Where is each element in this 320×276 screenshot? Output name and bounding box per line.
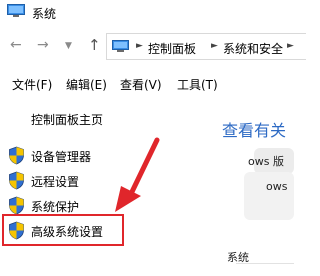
back-arrow-icon[interactable]: ← xyxy=(10,37,22,53)
menu-view[interactable]: 查看(V) xyxy=(120,76,162,93)
forward-arrow-icon[interactable]: → xyxy=(37,37,49,53)
windows-edition-fragment: ows 版 xyxy=(248,155,284,168)
breadcrumb-chevron-icon[interactable]: ► xyxy=(136,41,143,51)
red-arrow-annotation xyxy=(115,137,160,212)
uac-shield-icon xyxy=(9,171,24,190)
windows-fragment: ows xyxy=(266,180,288,193)
highlight-annotation-box xyxy=(2,214,124,246)
uac-shield-icon xyxy=(9,196,24,215)
remote-settings-link[interactable]: 远程设置 xyxy=(31,173,79,190)
right-pane-title: 查看有关 xyxy=(222,121,287,140)
menu-tools[interactable]: 工具(T) xyxy=(177,76,218,93)
control-panel-home-link[interactable]: 控制面板主页 xyxy=(31,111,103,128)
device-manager-link[interactable]: 设备管理器 xyxy=(31,148,91,165)
breadcrumb-chevron-icon[interactable]: ► xyxy=(287,41,294,51)
breadcrumb-system-security[interactable]: 系统和安全 xyxy=(223,40,283,57)
menu-file[interactable]: 文件(F) xyxy=(12,76,52,93)
window-title: 系统 xyxy=(32,7,57,21)
up-arrow-icon[interactable]: ↑ xyxy=(88,36,101,54)
breadcrumb-control-panel[interactable]: 控制面板 xyxy=(148,40,196,57)
control-panel-icon xyxy=(112,40,129,52)
menu-edit[interactable]: 编辑(E) xyxy=(66,76,107,93)
system-monitor-icon xyxy=(7,4,25,17)
system-protection-link[interactable]: 系统保护 xyxy=(31,198,79,215)
breadcrumb-chevron-icon[interactable]: ► xyxy=(211,41,218,51)
section-divider xyxy=(236,263,294,264)
uac-shield-icon xyxy=(9,146,24,165)
recent-pages-dropdown-icon[interactable]: ▼ xyxy=(65,41,72,51)
